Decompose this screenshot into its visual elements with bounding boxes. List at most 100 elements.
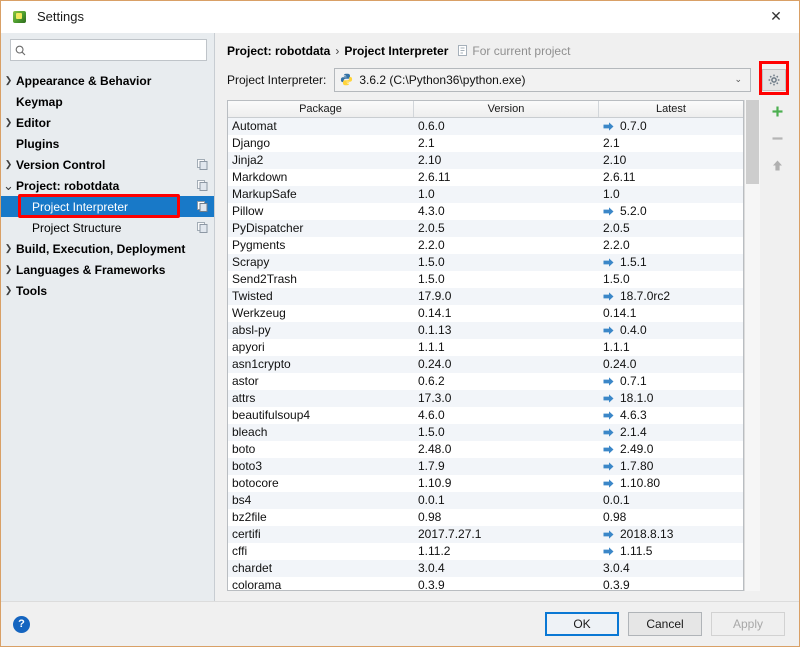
cell-package: certifi bbox=[232, 527, 261, 542]
table-row[interactable]: bs4 0.0.1 0.0.1 bbox=[228, 491, 743, 509]
breadcrumb-project[interactable]: Project: robotdata bbox=[227, 44, 330, 58]
table-row[interactable]: Werkzeug 0.14.1 0.14.1 bbox=[228, 304, 743, 322]
table-row[interactable]: Markdown 2.6.11 2.6.11 bbox=[228, 168, 743, 186]
packages-table: Package Version Latest Automat 0.6.0 0.7.0… bbox=[227, 99, 744, 591]
settings-sidebar: ❯ Appearance & Behavior Keymap ❯ Editor Plugi… bbox=[1, 33, 215, 601]
sidebar-item-languages-frameworks[interactable]: ❯ Languages & Frameworks bbox=[1, 259, 214, 280]
chevron-right-icon[interactable]: ❯ bbox=[1, 75, 16, 86]
cell-latest: 0.3.9 bbox=[598, 578, 743, 590]
sidebar-item-build-execution-deployment[interactable]: ❯ Build, Execution, Deployment bbox=[1, 238, 214, 259]
chevron-right-icon[interactable]: ❯ bbox=[1, 243, 16, 254]
breadcrumb-note-label: For current project bbox=[472, 43, 571, 58]
add-package-button[interactable] bbox=[767, 103, 787, 121]
table-row[interactable]: Automat 0.6.0 0.7.0 bbox=[228, 117, 743, 135]
apply-button[interactable]: Apply bbox=[711, 612, 785, 636]
table-row[interactable]: attrs 17.3.0 18.1.0 bbox=[228, 389, 743, 407]
cell-package: Pillow bbox=[232, 204, 264, 219]
gear-button[interactable] bbox=[762, 68, 786, 91]
cell-package: attrs bbox=[232, 391, 256, 406]
latest-version-label: 2.6.11 bbox=[603, 170, 636, 185]
table-row[interactable]: Twisted 17.9.0 18.7.0rc2 bbox=[228, 287, 743, 305]
sidebar-item-label: Project: robotdata bbox=[16, 178, 120, 193]
cell-latest: 2.2.0 bbox=[598, 238, 743, 252]
cell-latest: 2.49.0 bbox=[598, 442, 743, 456]
upgrade-arrow-icon bbox=[603, 394, 614, 403]
table-row[interactable]: colorama 0.3.9 0.3.9 bbox=[228, 576, 743, 590]
latest-version-label: 0.24.0 bbox=[603, 357, 637, 372]
table-row[interactable]: asn1crypto 0.24.0 0.24.0 bbox=[228, 355, 743, 373]
plus-icon bbox=[772, 106, 782, 117]
pycharm-icon bbox=[12, 9, 28, 25]
table-row[interactable]: astor 0.6.2 0.7.1 bbox=[228, 372, 743, 390]
table-scrollbar[interactable] bbox=[744, 99, 760, 591]
interpreter-dropdown[interactable]: 3.6.2 (C:\Python36\python.exe) ⌄ bbox=[334, 67, 751, 92]
table-row[interactable]: boto 2.48.0 2.49.0 bbox=[228, 440, 743, 458]
search-box[interactable] bbox=[10, 39, 207, 61]
table-row[interactable]: absl-py 0.1.13 0.4.0 bbox=[228, 321, 743, 339]
upgrade-arrow-icon bbox=[603, 445, 614, 454]
table-row[interactable]: bleach 1.5.0 2.1.4 bbox=[228, 423, 743, 441]
cancel-button[interactable]: Cancel bbox=[628, 612, 702, 636]
remove-package-button[interactable] bbox=[767, 130, 787, 148]
table-row[interactable]: Pygments 2.2.0 2.2.0 bbox=[228, 236, 743, 254]
chevron-right-icon[interactable]: ❯ bbox=[1, 264, 16, 275]
table-row[interactable]: chardet 3.0.4 3.0.4 bbox=[228, 559, 743, 577]
cell-package: Jinja2 bbox=[232, 153, 264, 168]
sidebar-item-tools[interactable]: ❯ Tools bbox=[1, 280, 214, 301]
sidebar-item-label: Project Structure bbox=[32, 220, 122, 235]
sidebar-item-label: Plugins bbox=[16, 136, 60, 151]
sidebar-item-editor[interactable]: ❯ Editor bbox=[1, 112, 214, 133]
help-icon[interactable]: ? bbox=[13, 615, 30, 633]
sidebar-item-project-structure[interactable]: Project Structure bbox=[1, 217, 214, 238]
chevron-right-icon[interactable]: ❯ bbox=[1, 117, 16, 128]
cell-version: 2.1 bbox=[418, 136, 435, 151]
sidebar-item-label: Tools bbox=[16, 283, 48, 298]
table-body: Automat 0.6.0 0.7.0 Django 2.1 2.1 Jinja2 2.10 2… bbox=[228, 117, 743, 590]
column-header-version[interactable]: Version bbox=[413, 100, 598, 117]
cell-version: 3.0.4 bbox=[418, 561, 445, 576]
table-row[interactable]: Jinja2 2.10 2.10 bbox=[228, 151, 743, 169]
sidebar-item-project-interpreter[interactable]: Project Interpreter bbox=[1, 194, 214, 218]
breadcrumb-note: For current project bbox=[457, 44, 570, 58]
up-arrow-icon bbox=[772, 160, 782, 171]
upgrade-package-button[interactable] bbox=[767, 157, 787, 175]
table-row[interactable]: bz2file 0.98 0.98 bbox=[228, 508, 743, 526]
table-row[interactable]: botocore 1.10.9 1.10.80 bbox=[228, 474, 743, 492]
scrollbar-thumb[interactable] bbox=[746, 99, 759, 184]
table-row[interactable]: cffi 1.11.2 1.11.5 bbox=[228, 542, 743, 560]
chevron-down-icon[interactable]: ⌄ bbox=[729, 74, 747, 85]
upgrade-arrow-icon bbox=[603, 122, 614, 131]
table-row[interactable]: Scrapy 1.5.0 1.5.1 bbox=[228, 253, 743, 271]
sidebar-item-plugins[interactable]: Plugins bbox=[1, 133, 214, 154]
sidebar-item-project-robotdata[interactable]: ⌄ Project: robotdata bbox=[1, 175, 214, 196]
column-header-latest[interactable]: Latest bbox=[598, 100, 743, 117]
chevron-down-icon[interactable]: ⌄ bbox=[1, 179, 16, 192]
cell-latest: 2018.8.13 bbox=[598, 527, 743, 541]
cell-package: astor bbox=[232, 374, 259, 389]
chevron-right-icon[interactable]: ❯ bbox=[1, 159, 16, 170]
table-row[interactable]: beautifulsoup4 4.6.0 4.6.3 bbox=[228, 406, 743, 424]
sidebar-item-appearance-behavior[interactable]: ❯ Appearance & Behavior bbox=[1, 70, 214, 91]
table-row[interactable]: boto3 1.7.9 1.7.80 bbox=[228, 457, 743, 475]
column-header-package[interactable]: Package bbox=[228, 101, 413, 117]
sidebar-item-version-control[interactable]: ❯ Version Control bbox=[1, 154, 214, 175]
table-row[interactable]: Send2Trash 1.5.0 1.5.0 bbox=[228, 270, 743, 288]
cell-package: boto bbox=[232, 442, 256, 457]
close-icon[interactable]: ✕ bbox=[753, 2, 799, 32]
table-row[interactable]: Pillow 4.3.0 5.2.0 bbox=[228, 202, 743, 220]
table-row[interactable]: apyori 1.1.1 1.1.1 bbox=[228, 338, 743, 356]
window-title: Settings bbox=[37, 9, 84, 24]
search-input[interactable] bbox=[30, 42, 202, 58]
ok-button[interactable]: OK bbox=[545, 612, 619, 636]
interpreter-label: Project Interpreter: bbox=[227, 72, 327, 87]
settings-tree: ❯ Appearance & Behavior Keymap ❯ Editor Plugi… bbox=[1, 66, 214, 601]
chevron-right-icon[interactable]: ❯ bbox=[1, 285, 16, 296]
sidebar-item-label: Version Control bbox=[16, 157, 106, 172]
latest-version-label: 1.10.80 bbox=[620, 476, 661, 491]
cell-latest: 1.5.1 bbox=[598, 255, 743, 269]
table-row[interactable]: MarkupSafe 1.0 1.0 bbox=[228, 185, 743, 203]
table-row[interactable]: certifi 2017.7.27.1 2018.8.13 bbox=[228, 525, 743, 543]
table-row[interactable]: PyDispatcher 2.0.5 2.0.5 bbox=[228, 219, 743, 237]
sidebar-item-keymap[interactable]: Keymap bbox=[1, 91, 214, 112]
table-row[interactable]: Django 2.1 2.1 bbox=[228, 134, 743, 152]
